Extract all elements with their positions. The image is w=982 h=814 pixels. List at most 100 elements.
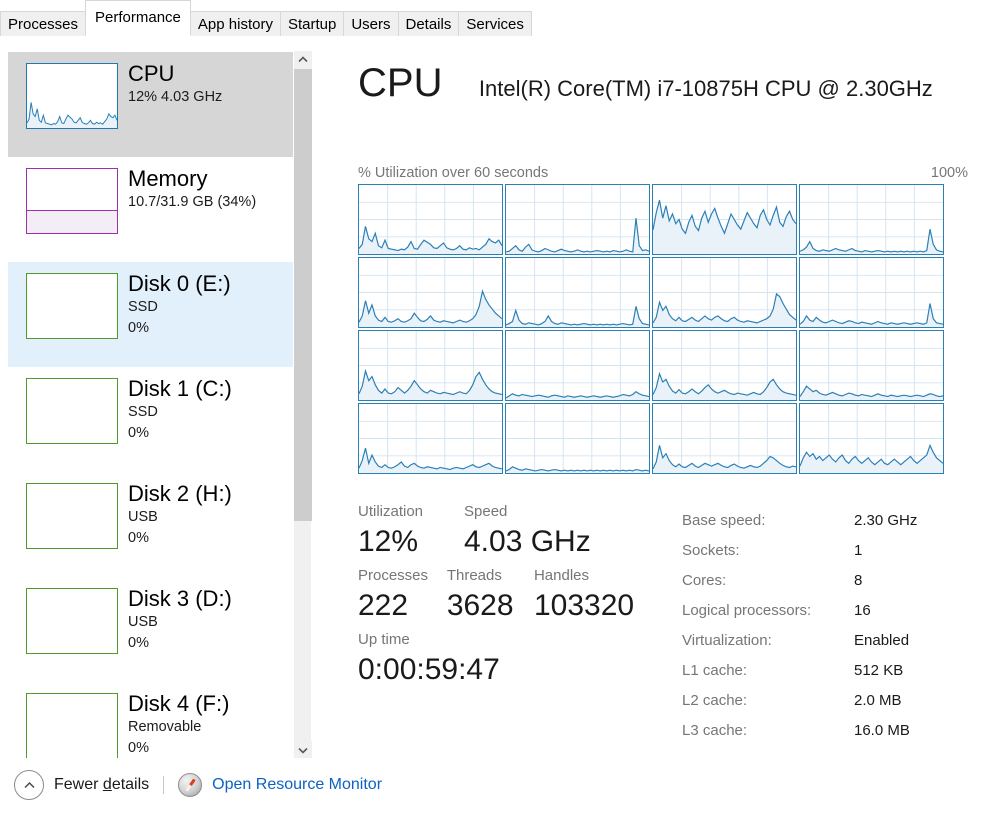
sidebar-item-subtext: USB <box>128 507 232 528</box>
tab-users[interactable]: Users <box>343 11 398 36</box>
stat-row: Utilization12%Speed4.03 GHz <box>358 501 668 561</box>
logical-processor-graph-grid[interactable] <box>358 184 974 475</box>
sidebar-item-cpu[interactable]: CPU12% 4.03 GHz <box>8 52 298 157</box>
sidebar-item-usage: 0% <box>128 738 229 759</box>
info-value: 1 <box>854 536 862 566</box>
scrollbar-thumb[interactable] <box>294 69 312 521</box>
info-row-l2-cache: L2 cache:2.0 MB <box>682 686 972 716</box>
tab-list: ProcessesPerformanceApp historyStartupUs… <box>0 0 982 36</box>
sidebar-item-disk-2-h[interactable]: Disk 2 (H:)USB0% <box>8 472 298 577</box>
logical-processor-graph[interactable] <box>799 403 944 474</box>
stat-value: 3628 <box>447 587 534 625</box>
sidebar-item-label: Disk 0 (E:) <box>128 271 231 297</box>
memory-usage-fill <box>27 210 117 233</box>
sidebar-item-subtext: SSD <box>128 297 231 318</box>
open-resource-monitor-link[interactable]: Open Resource Monitor <box>212 776 382 794</box>
sidebar-item-disk-4-f[interactable]: Disk 4 (F:)Removable0% <box>8 682 298 759</box>
tab-app-history[interactable]: App history <box>190 11 281 36</box>
logical-processor-graph[interactable] <box>505 184 650 255</box>
logical-processor-graph[interactable] <box>505 257 650 328</box>
logical-processor-graph[interactable] <box>358 184 503 255</box>
sidebar-item-text: Disk 2 (H:)USB0% <box>128 479 232 549</box>
graph-caption-label: % Utilization over 60 seconds <box>358 165 548 181</box>
sidebar-item-disk-0-e[interactable]: Disk 0 (E:)SSD0% <box>8 262 298 367</box>
info-row-virtualization: Virtualization:Enabled <box>682 626 972 656</box>
info-value: 2.30 GHz <box>854 506 917 536</box>
cpu-header: CPU Intel(R) Core(TM) i7-10875H CPU @ 2.… <box>358 61 968 113</box>
stat-label: Processes <box>358 565 447 587</box>
info-row-cores: Cores:8 <box>682 566 972 596</box>
page-title: CPU <box>358 61 442 105</box>
info-row-logical-processors: Logical processors:16 <box>682 596 972 626</box>
sidebar-item-subtext: USB <box>128 612 232 633</box>
stat-up-time: Up time0:00:59:47 <box>358 629 500 689</box>
compass-needle-icon <box>185 779 195 792</box>
stat-value: 4.03 GHz <box>464 523 664 561</box>
info-value: 2.0 MB <box>854 686 902 716</box>
sidebar-scrollbar[interactable] <box>293 51 311 759</box>
info-row-sockets: Sockets:1 <box>682 536 972 566</box>
fewer-details-button[interactable]: Fewer details <box>54 776 149 794</box>
sidebar-item-text: CPU12% 4.03 GHz <box>128 59 222 108</box>
info-value: 16.0 MB <box>854 716 910 746</box>
stat-speed: Speed4.03 GHz <box>464 501 664 561</box>
sidebar-item-text: Disk 1 (C:)SSD0% <box>128 374 232 444</box>
sidebar-item-text: Disk 3 (D:)USB0% <box>128 584 232 654</box>
logical-processor-graph[interactable] <box>799 257 944 328</box>
info-label: Cores: <box>682 566 854 596</box>
info-value: 8 <box>854 566 862 596</box>
sidebar-item-label: Disk 3 (D:) <box>128 586 232 612</box>
info-label: L2 cache: <box>682 686 854 716</box>
sidebar-thumbnail-memory <box>26 168 118 234</box>
stat-handles: Handles103320 <box>534 565 668 625</box>
sidebar-item-label: Memory <box>128 166 256 192</box>
info-label: Virtualization: <box>682 626 854 656</box>
sidebar-item-usage: 0% <box>128 423 232 444</box>
logical-processor-graph[interactable] <box>505 330 650 401</box>
tab-details[interactable]: Details <box>398 11 460 36</box>
logical-processor-graph[interactable] <box>799 184 944 255</box>
logical-processor-graph[interactable] <box>652 257 797 328</box>
scroll-up-arrow-icon[interactable] <box>294 51 312 69</box>
logical-processor-graph[interactable] <box>799 330 944 401</box>
stat-label: Threads <box>447 565 534 587</box>
stat-threads: Threads3628 <box>447 565 534 625</box>
cpu-detail-pane: CPU Intel(R) Core(TM) i7-10875H CPU @ 2.… <box>330 36 982 758</box>
sidebar-item-label: Disk 2 (H:) <box>128 481 232 507</box>
sidebar-item-label: Disk 4 (F:) <box>128 691 229 717</box>
tab-processes[interactable]: Processes <box>0 11 86 36</box>
sidebar-item-label: Disk 1 (C:) <box>128 376 232 402</box>
sidebar-item-text: Memory10.7/31.9 GB (34%) <box>128 164 256 213</box>
sidebar-item-usage: 0% <box>128 318 231 339</box>
logical-processor-graph[interactable] <box>652 184 797 255</box>
tab-strip: ProcessesPerformanceApp historyStartupUs… <box>0 0 982 36</box>
logical-processor-graph[interactable] <box>652 403 797 474</box>
logical-processor-graph[interactable] <box>505 403 650 474</box>
graph-caption-row: % Utilization over 60 seconds 100% <box>358 165 968 181</box>
stat-value: 0:00:59:47 <box>358 651 500 689</box>
tab-startup[interactable]: Startup <box>280 11 344 36</box>
stat-label: Handles <box>534 565 668 587</box>
resource-monitor-icon[interactable] <box>178 773 202 797</box>
stat-value: 12% <box>358 523 464 561</box>
sidebar-thumbnail-disk <box>26 378 118 444</box>
sidebar-thumbnail-cpu <box>26 63 118 129</box>
sidebar-item-disk-1-c[interactable]: Disk 1 (C:)SSD0% <box>8 367 298 472</box>
logical-processor-graph[interactable] <box>358 330 503 401</box>
stat-row: Processes222Threads3628Handles103320 <box>358 565 668 625</box>
logical-processor-graph[interactable] <box>358 403 503 474</box>
sidebar-item-memory[interactable]: Memory10.7/31.9 GB (34%) <box>8 157 298 262</box>
logical-processor-graph[interactable] <box>652 330 797 401</box>
scroll-down-arrow-icon[interactable] <box>294 741 312 759</box>
tab-services[interactable]: Services <box>458 11 532 36</box>
info-row-base-speed: Base speed:2.30 GHz <box>682 506 972 536</box>
stat-utilization: Utilization12% <box>358 501 464 561</box>
sidebar-item-disk-3-d[interactable]: Disk 3 (D:)USB0% <box>8 577 298 682</box>
logical-processor-graph[interactable] <box>358 257 503 328</box>
tab-performance[interactable]: Performance <box>85 0 191 36</box>
info-row-l3-cache: L3 cache:16.0 MB <box>682 716 972 746</box>
main-body: CPU12% 4.03 GHzMemory10.7/31.9 GB (34%)D… <box>0 36 982 758</box>
info-label: Base speed: <box>682 506 854 536</box>
fewer-details-chevron-icon[interactable] <box>14 770 44 800</box>
sidebar-item-subtext: 12% 4.03 GHz <box>128 87 222 108</box>
